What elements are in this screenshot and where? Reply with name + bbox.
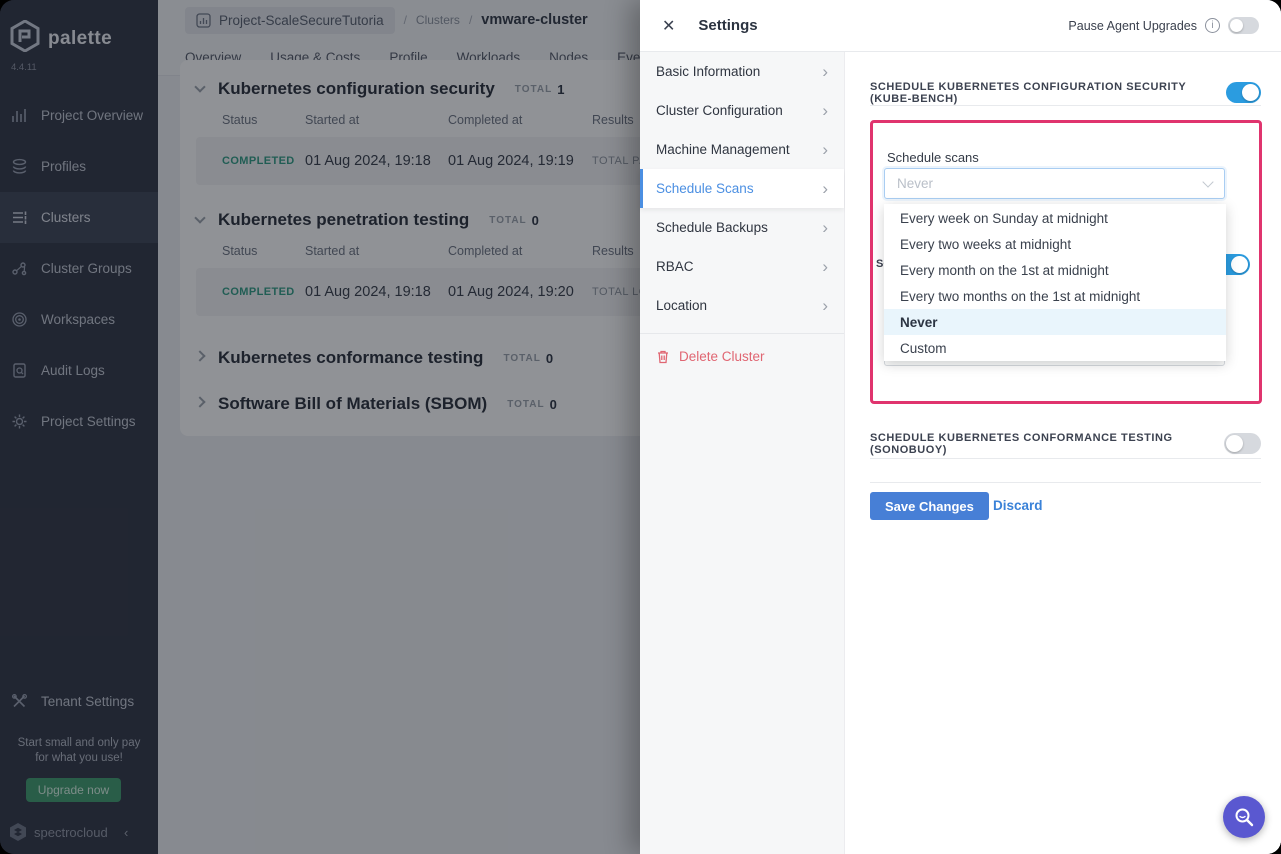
help-search-fab[interactable]	[1223, 796, 1265, 838]
option-never[interactable]: Never	[884, 309, 1226, 335]
chevron-down-icon	[1202, 176, 1213, 187]
schedule-scans-label: Schedule scans	[887, 150, 979, 165]
menu-item-cluster-configuration[interactable]: Cluster Configuration ›	[640, 91, 844, 130]
close-icon[interactable]: ✕	[662, 16, 675, 36]
kube-bench-label: SCHEDULE KUBERNETES CONFIGURATION SECURI…	[870, 81, 1226, 105]
info-icon[interactable]: i	[1205, 18, 1220, 33]
settings-title: Settings	[698, 17, 757, 34]
trash-icon	[656, 349, 670, 364]
kube-bench-toggle[interactable]	[1226, 82, 1261, 103]
option-custom[interactable]: Custom	[884, 335, 1226, 361]
chevron-right-icon: ›	[822, 102, 828, 119]
chevron-right-icon: ›	[822, 180, 828, 197]
menu-item-rbac[interactable]: RBAC ›	[640, 247, 844, 286]
option-every-month[interactable]: Every month on the 1st at midnight	[884, 257, 1226, 283]
modal-dim-overlay[interactable]	[0, 0, 640, 854]
chevron-right-icon: ›	[822, 219, 828, 236]
settings-panel: ✕ Settings Pause Agent Upgrades i Basic …	[640, 0, 1281, 854]
menu-item-location[interactable]: Location ›	[640, 286, 844, 325]
schedule-options-dropdown: Every week on Sunday at midnight Every t…	[884, 204, 1226, 361]
pause-agent-upgrades-toggle[interactable]	[1228, 17, 1259, 34]
chevron-right-icon: ›	[822, 141, 828, 158]
option-every-week[interactable]: Every week on Sunday at midnight	[884, 205, 1226, 231]
save-changes-button[interactable]: Save Changes	[870, 492, 989, 520]
highlight-box: Schedule scans SC Never Every week on Su…	[870, 120, 1262, 404]
sonobuoy-toggle[interactable]	[1224, 433, 1261, 454]
menu-item-schedule-backups[interactable]: Schedule Backups ›	[640, 208, 844, 247]
menu-item-machine-management[interactable]: Machine Management ›	[640, 130, 844, 169]
pause-agent-upgrades-label: Pause Agent Upgrades	[1068, 19, 1197, 33]
divider	[870, 105, 1261, 106]
settings-header: ✕ Settings Pause Agent Upgrades i	[640, 0, 1281, 52]
settings-content: SCHEDULE KUBERNETES CONFIGURATION SECURI…	[845, 52, 1281, 854]
kube-bench-row: SCHEDULE KUBERNETES CONFIGURATION SECURI…	[870, 82, 1261, 103]
schedule-scans-select[interactable]: Never	[884, 168, 1225, 199]
magnifier-icon	[1233, 806, 1255, 828]
option-every-two-months[interactable]: Every two months on the 1st at midnight	[884, 283, 1226, 309]
discard-button[interactable]: Discard	[993, 498, 1043, 513]
menu-item-basic-information[interactable]: Basic Information ›	[640, 52, 844, 91]
sonobuoy-label: SCHEDULE KUBERNETES CONFORMANCE TESTING …	[870, 432, 1224, 456]
chevron-right-icon: ›	[822, 63, 828, 80]
divider	[870, 482, 1261, 483]
sonobuoy-row: SCHEDULE KUBERNETES CONFORMANCE TESTING …	[870, 433, 1261, 454]
delete-cluster-button[interactable]: Delete Cluster	[640, 334, 844, 378]
chevron-right-icon: ›	[822, 258, 828, 275]
divider	[870, 458, 1261, 459]
menu-item-schedule-scans[interactable]: Schedule Scans ›	[640, 169, 844, 208]
app-window: palette 4.4.11 Project Overview Profiles…	[0, 0, 1281, 854]
settings-menu: Basic Information › Cluster Configuratio…	[640, 52, 845, 854]
chevron-right-icon: ›	[822, 297, 828, 314]
option-every-two-weeks[interactable]: Every two weeks at midnight	[884, 231, 1226, 257]
